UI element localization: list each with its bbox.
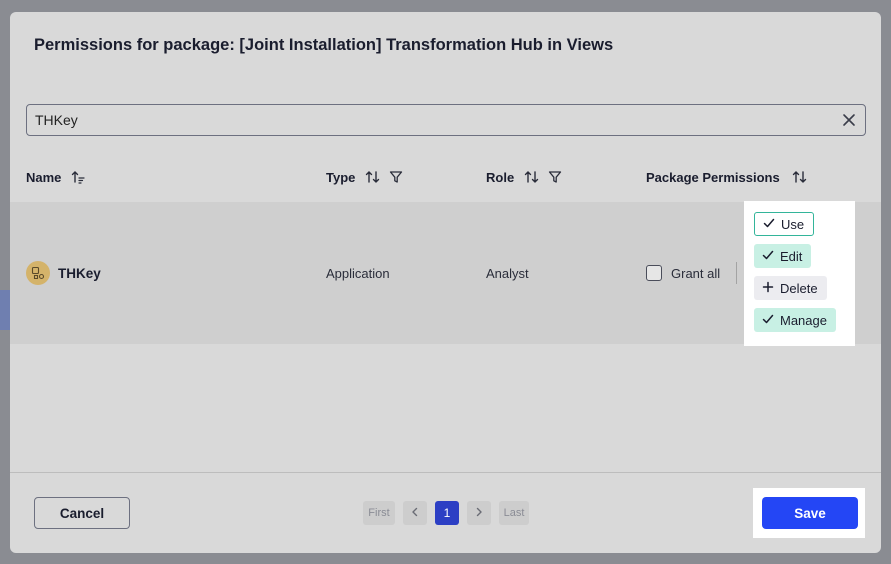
- sort-icon[interactable]: [524, 170, 540, 184]
- grant-all-checkbox[interactable]: [646, 265, 662, 281]
- filter-icon[interactable]: [548, 170, 562, 184]
- column-header-role[interactable]: Role: [486, 162, 562, 192]
- column-permissions-label: Package Permissions: [646, 169, 780, 185]
- search-box: [26, 104, 866, 136]
- pagination-next[interactable]: [467, 501, 491, 525]
- table-header: Name Type Role Package Permissions: [10, 162, 881, 192]
- permission-label: Edit: [780, 248, 803, 264]
- sort-icon[interactable]: [365, 170, 381, 184]
- save-button[interactable]: Save: [762, 497, 858, 529]
- grant-all-control[interactable]: Grant all: [646, 202, 720, 344]
- backdrop-sidebar-fragment: [0, 290, 10, 330]
- permission-manage[interactable]: Manage: [754, 308, 836, 332]
- permission-chips: Use Edit Delete Manage: [744, 201, 855, 346]
- plus-icon: [762, 281, 774, 296]
- chevron-left-icon: [410, 507, 420, 520]
- row-name: THKey: [58, 265, 101, 281]
- grant-all-label: Grant all: [671, 265, 721, 281]
- column-type-label: Type: [326, 169, 356, 185]
- permission-label: Use: [781, 216, 805, 232]
- permissions-dialog: Permissions for package: [Joint Installa…: [10, 12, 881, 553]
- row-name-cell: THKey: [26, 202, 101, 344]
- column-role-label: Role: [486, 169, 515, 185]
- check-icon: [762, 249, 774, 264]
- pagination-page-current[interactable]: 1: [435, 501, 459, 525]
- sort-ascending-icon[interactable]: [71, 170, 86, 184]
- pagination-previous[interactable]: [403, 501, 427, 525]
- check-icon: [763, 217, 775, 232]
- check-icon: [762, 313, 774, 328]
- save-highlight: Save: [753, 488, 865, 538]
- filter-icon[interactable]: [389, 170, 403, 184]
- close-icon[interactable]: [841, 112, 857, 128]
- chevron-right-icon: [474, 507, 484, 520]
- permission-edit[interactable]: Edit: [754, 244, 812, 268]
- column-header-name[interactable]: Name: [26, 162, 86, 192]
- sort-icon[interactable]: [792, 170, 808, 184]
- cancel-button[interactable]: Cancel: [34, 497, 130, 529]
- divider: [736, 262, 737, 284]
- column-name-label: Name: [26, 169, 62, 185]
- column-header-package-permissions[interactable]: Package Permissions: [646, 162, 808, 192]
- column-header-type[interactable]: Type: [326, 162, 403, 192]
- dialog-title: Permissions for package: [Joint Installa…: [34, 36, 614, 54]
- permission-use[interactable]: Use: [754, 212, 815, 236]
- footer-divider: [10, 472, 881, 473]
- permission-delete[interactable]: Delete: [754, 276, 827, 300]
- permission-label: Manage: [780, 312, 827, 328]
- row-role: Analyst: [486, 265, 529, 281]
- permission-label: Delete: [780, 280, 818, 296]
- pagination-first[interactable]: First: [363, 501, 395, 525]
- pagination-last[interactable]: Last: [499, 501, 529, 525]
- row-type: Application: [326, 265, 390, 281]
- search-input[interactable]: [35, 105, 815, 135]
- application-icon: [26, 261, 50, 285]
